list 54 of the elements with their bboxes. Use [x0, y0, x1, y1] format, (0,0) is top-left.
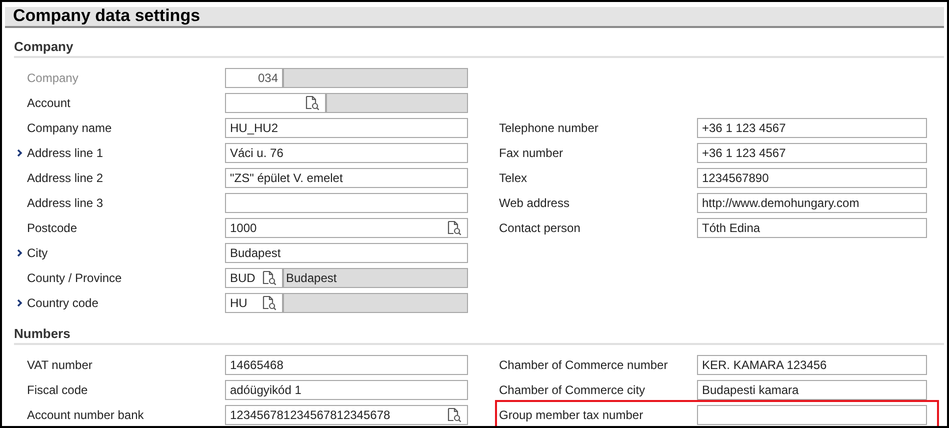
input-field[interactable]: Budapest [225, 242, 468, 262]
section-heading: Numbers [14, 325, 70, 343]
field-label: Chamber of Commerce city [499, 382, 646, 398]
section-heading: Company [14, 38, 74, 56]
field-label: Group member tax number [499, 406, 644, 424]
input-field[interactable]: http://www.demohungary.com [697, 192, 927, 212]
chevron-icon[interactable] [17, 148, 23, 156]
window-title: Company data settings [5, 7, 944, 28]
field-label: Chamber of Commerce number [499, 356, 669, 374]
field-label: Telex [499, 170, 528, 186]
chevron-icon[interactable] [17, 248, 23, 256]
input-field[interactable]: 1000 [225, 218, 468, 238]
search-icon[interactable] [445, 218, 463, 236]
field-label: Address line 3 [27, 194, 104, 212]
input-field[interactable]: adóügyikód 1 [225, 380, 468, 400]
field-label: Address line 2 [27, 170, 104, 186]
input-field[interactable]: "ZS" épület V. emelet [225, 168, 468, 188]
input-field[interactable]: Budapesti kamara [697, 380, 927, 400]
field-label: VAT number [27, 356, 94, 374]
input-field[interactable]: Tóth Edina [697, 218, 927, 238]
field-label: Address line 1 [27, 144, 104, 162]
field-label: Country code [27, 294, 100, 312]
input-field[interactable] [225, 92, 326, 112]
input-field: 034 [225, 68, 283, 88]
input-field[interactable] [225, 192, 468, 212]
readonly-field: Budapest [283, 268, 468, 288]
search-icon[interactable] [303, 94, 321, 112]
input-field[interactable]: Váci u. 76 [225, 142, 468, 162]
search-icon[interactable] [260, 268, 278, 286]
field-label: Fax number [499, 144, 564, 162]
field-label: Web address [499, 194, 570, 212]
field-label: Account number bank [27, 406, 145, 424]
field-label: Company [27, 70, 80, 86]
field-label: City [27, 244, 49, 262]
input-field[interactable]: BUD [225, 268, 283, 288]
search-icon[interactable] [260, 294, 278, 312]
field-label: County / Province [27, 270, 123, 286]
input-field[interactable]: +36 1 123 4567 [697, 142, 927, 162]
field-label: Contact person [499, 220, 582, 236]
search-icon[interactable] [445, 406, 463, 424]
field-label: Account [27, 94, 72, 112]
input-field[interactable]: HU_HU2 [225, 118, 468, 138]
chevron-icon[interactable] [17, 298, 23, 306]
field-label: Telephone number [499, 120, 600, 136]
input-field[interactable] [697, 404, 927, 424]
input-field[interactable]: HU [225, 292, 283, 312]
input-field[interactable]: +36 1 123 4567 [697, 118, 927, 138]
input-field[interactable]: 1234567890 [697, 168, 927, 188]
field-label: Fiscal code [27, 382, 89, 398]
field-label: Company name [27, 120, 113, 136]
input-field[interactable]: KER. KAMARA 123456 [697, 354, 927, 374]
field-label: Postcode [27, 220, 78, 236]
input-field[interactable]: 14665468 [225, 354, 468, 374]
input-field[interactable]: 123456781234567812345678 [225, 404, 468, 424]
